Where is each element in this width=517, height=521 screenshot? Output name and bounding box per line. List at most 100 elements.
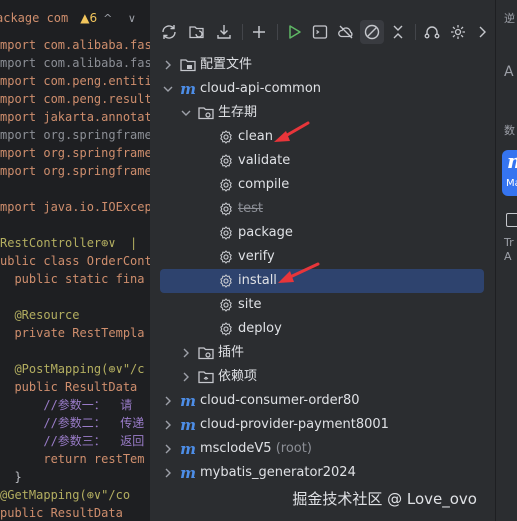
dependencies-folder-icon xyxy=(197,368,215,386)
sidebar-item-1[interactable]: A xyxy=(504,64,514,80)
code-line: } xyxy=(0,470,22,484)
module-label: msclodeV5 (root) xyxy=(200,437,312,461)
lifecycle-goal-test[interactable]: test xyxy=(160,197,484,221)
module-label: cloud-api-common xyxy=(200,81,322,96)
lifecycle-goal-site[interactable]: site xyxy=(160,293,484,317)
code-line: RestController⊕∨ | xyxy=(0,236,138,250)
tree-node-module-cloud-provider-payment8001[interactable]: m cloud-provider-payment8001 xyxy=(160,413,484,437)
maven-tool-window: 配置文件 m cloud-api-common 生存期 clean validat… xyxy=(150,0,495,521)
lifecycle-goal-verify[interactable]: verify xyxy=(160,245,484,269)
lifecycle-label: 生存期 xyxy=(218,105,258,120)
sidebar-item-5[interactable]: A xyxy=(504,250,512,263)
module-label: cloud-provider-payment8001 xyxy=(200,413,389,437)
goal-label: test xyxy=(238,201,263,216)
code-line: mport com.alibaba.fas xyxy=(0,38,150,52)
lifecycle-goal-install[interactable]: install xyxy=(160,269,484,293)
code-line: //参数一： 请 xyxy=(0,398,133,412)
lifecycle-goal-clean[interactable]: clean xyxy=(160,125,484,149)
chevron-right-icon[interactable] xyxy=(160,465,176,481)
chevron-down-icon[interactable] xyxy=(178,105,194,121)
plugins-folder-icon xyxy=(197,344,215,362)
code-editor[interactable]: ackage com ▲6 ^ ∨ mport com.alibaba.fas m… xyxy=(0,0,150,521)
gear-icon xyxy=(217,128,235,146)
reload-icon[interactable] xyxy=(157,20,181,44)
gear-icon xyxy=(217,272,235,290)
editor-file-preview: ackage com xyxy=(0,11,69,25)
goal-label: compile xyxy=(238,177,290,192)
chevron-right-icon[interactable] xyxy=(160,57,176,73)
lifecycle-folder-icon xyxy=(197,104,215,122)
code-line: mport org.springframe xyxy=(0,164,150,178)
maven-icon: m xyxy=(507,151,517,171)
chevron-right-icon[interactable] xyxy=(160,417,176,433)
goal-label: clean xyxy=(238,129,273,144)
warning-navigation-icon[interactable]: ^ ∨ xyxy=(103,12,142,25)
lifecycle-goal-package[interactable]: package xyxy=(160,221,484,245)
module-name: mybatis_generator2024 xyxy=(200,465,356,480)
code-line: public static fina xyxy=(0,272,145,286)
module-name: cloud-consumer-order80 xyxy=(200,393,360,408)
chevron-right-icon[interactable] xyxy=(160,393,176,409)
execute-goal-icon[interactable] xyxy=(308,20,332,44)
module-label: cloud-consumer-order80 xyxy=(200,389,360,413)
collapse-all-icon[interactable] xyxy=(386,20,410,44)
right-tool-strip: 逆 A 数 m Ma Tr A xyxy=(495,0,517,521)
tree-node-lifecycle[interactable]: 生存期 xyxy=(160,101,484,125)
code-line: private RestTempla xyxy=(0,326,145,340)
gear-icon xyxy=(217,152,235,170)
chevron-right-icon[interactable] xyxy=(178,345,194,361)
chevron-right-icon[interactable] xyxy=(160,441,176,457)
tree-node-profiles[interactable]: 配置文件 xyxy=(160,53,484,77)
gear-icon xyxy=(217,296,235,314)
maven-module-icon: m xyxy=(180,392,196,410)
tool-window-icon[interactable] xyxy=(506,213,517,227)
tree-node-plugins[interactable]: 插件 xyxy=(160,341,484,365)
tree-node-dependencies[interactable]: 依赖项 xyxy=(160,365,484,389)
lifecycle-goal-deploy[interactable]: deploy xyxy=(160,317,484,341)
code-line: mport com.peng.entiti xyxy=(0,74,150,88)
sidebar-item-3: Ma xyxy=(506,178,517,189)
tree-node-module-mybatis_generator2024[interactable]: m mybatis_generator2024 xyxy=(160,461,484,485)
goal-label: deploy xyxy=(238,321,282,336)
generate-sources-icon[interactable] xyxy=(185,20,209,44)
run-icon[interactable] xyxy=(282,20,306,44)
sidebar-item-2[interactable]: 数 xyxy=(504,122,515,138)
module-label: mybatis_generator2024 xyxy=(200,461,356,485)
code-line: mport com.alibaba.fas xyxy=(0,56,150,70)
warning-count-badge[interactable]: ▲6 xyxy=(80,11,97,25)
offline-mode-icon[interactable] xyxy=(334,20,358,44)
chevron-right-icon[interactable] xyxy=(178,369,194,385)
dependencies-label: 依赖项 xyxy=(218,369,258,384)
sidebar-item-0[interactable]: 逆 xyxy=(504,10,515,26)
lifecycle-goal-validate[interactable]: validate xyxy=(160,149,484,173)
profiles-folder-icon xyxy=(179,56,197,74)
code-line: public ResultData xyxy=(0,380,138,394)
maven-module-icon: m xyxy=(180,80,196,98)
maven-toolbar xyxy=(150,14,495,50)
code-line: mport com.peng.result xyxy=(0,92,150,106)
more-icon[interactable] xyxy=(470,20,494,44)
analyze-dependencies-icon[interactable] xyxy=(420,20,444,44)
tree-node-module-cloud-api-common[interactable]: m cloud-api-common xyxy=(160,77,484,101)
maven-tool-tab[interactable]: m Ma xyxy=(502,150,517,196)
tree-node-module-cloud-consumer-order80[interactable]: m cloud-consumer-order80 xyxy=(160,389,484,413)
maven-module-icon: m xyxy=(180,416,196,434)
goal-label: site xyxy=(238,297,262,312)
download-icon[interactable] xyxy=(212,20,236,44)
code-line: mport java.io.IOExcept xyxy=(0,200,150,214)
gear-icon xyxy=(217,320,235,338)
settings-icon[interactable] xyxy=(446,20,470,44)
add-icon[interactable] xyxy=(247,20,271,44)
chevron-down-icon[interactable] xyxy=(160,81,176,97)
lifecycle-goal-compile[interactable]: compile xyxy=(160,173,484,197)
code-line: mport jakarta.annotat xyxy=(0,110,150,124)
sidebar-item-4[interactable]: Tr xyxy=(504,236,514,249)
warning-count: 6 xyxy=(89,11,98,25)
gear-icon xyxy=(217,224,235,242)
goal-label: install xyxy=(238,273,277,288)
toolbar-separator xyxy=(242,24,243,40)
tree-node-module-msclodeV5[interactable]: m msclodeV5 (root) xyxy=(160,437,484,461)
profiles-label: 配置文件 xyxy=(200,57,253,72)
skip-tests-icon[interactable] xyxy=(360,20,384,44)
maven-module-icon: m xyxy=(180,464,196,482)
